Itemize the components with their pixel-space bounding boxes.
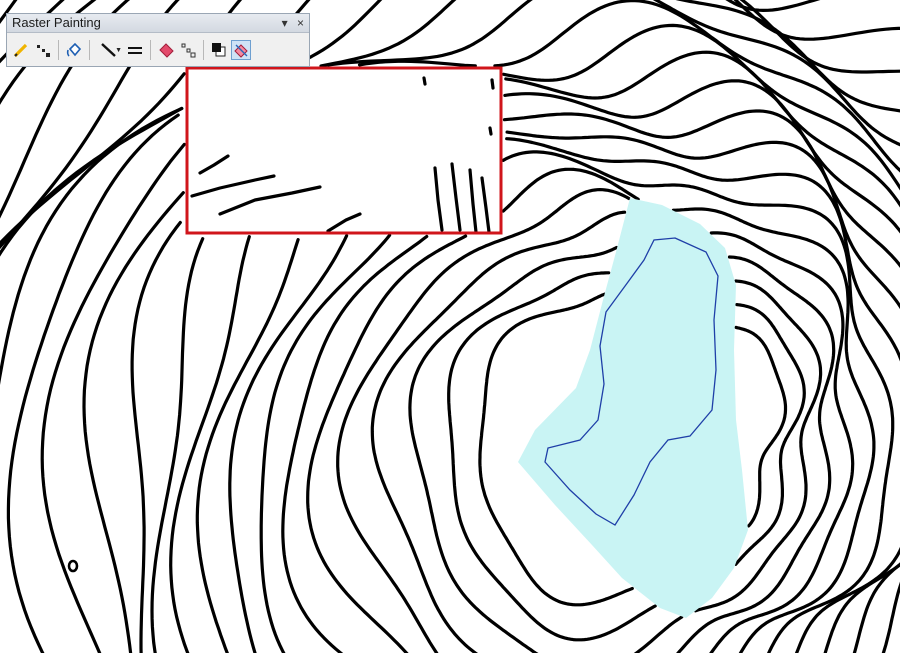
toolbar-separator bbox=[89, 39, 90, 60]
toolbar-title: Raster Painting bbox=[12, 15, 101, 30]
paint-bucket-icon bbox=[66, 42, 82, 57]
toolbar-separator bbox=[203, 39, 204, 60]
magic-erase-tool-button[interactable] bbox=[231, 39, 251, 60]
pixel-points-icon bbox=[37, 44, 50, 57]
toolbar-separator bbox=[150, 39, 151, 60]
scatter-erase-icon bbox=[181, 43, 196, 57]
raster-painting-toolbar[interactable]: Raster Painting ▾ × ▼ bbox=[6, 13, 310, 67]
eraser-tool-button[interactable] bbox=[156, 40, 176, 60]
pixel-points-tool-button[interactable] bbox=[33, 40, 53, 60]
toolbar-title-bar[interactable]: Raster Painting ▾ × bbox=[7, 14, 309, 33]
erased-area-remnants bbox=[190, 76, 495, 234]
chevron-down-icon: ▼ bbox=[115, 46, 122, 54]
scatter-erase-tool-button[interactable] bbox=[178, 40, 198, 60]
contour-lines bbox=[0, 0, 900, 653]
toolbar-close-button[interactable]: × bbox=[297, 16, 304, 30]
pencil-tool-button[interactable] bbox=[11, 40, 31, 60]
magic-erase-icon bbox=[234, 43, 248, 58]
pencil-icon bbox=[13, 43, 28, 57]
contour-line bbox=[67, 559, 79, 573]
toolbar-tools: ▼ bbox=[7, 33, 309, 66]
line-style-icon bbox=[128, 46, 142, 54]
line-tool-button[interactable]: ▼ bbox=[95, 40, 123, 60]
toolbar-separator bbox=[58, 39, 59, 60]
map-canvas[interactable] bbox=[0, 0, 900, 653]
swap-colors-tool-button[interactable] bbox=[209, 40, 229, 60]
paint-bucket-tool-button[interactable] bbox=[64, 40, 84, 60]
toolbar-dropdown-button[interactable]: ▾ bbox=[282, 16, 288, 30]
swap-colors-icon bbox=[212, 42, 226, 56]
line-style-tool-button[interactable] bbox=[125, 40, 145, 60]
eraser-icon bbox=[159, 42, 174, 58]
